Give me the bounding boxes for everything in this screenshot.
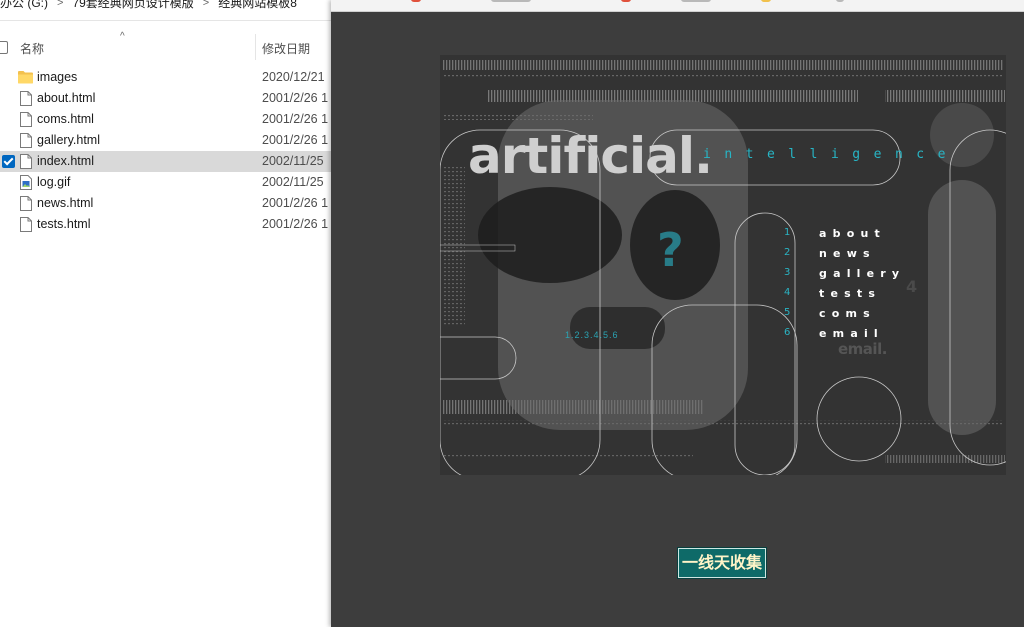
nav-item-email[interactable]: 6 email [784, 327, 944, 347]
banner-title: artificial. [468, 127, 713, 185]
nav-label[interactable]: about [819, 227, 886, 240]
file-name: gallery.html [37, 133, 100, 147]
file-date: 2002/11/25 [262, 154, 324, 168]
file-name: about.html [37, 91, 96, 105]
nav-label[interactable]: gallery [819, 267, 905, 280]
column-name-header[interactable]: 名称 [20, 40, 44, 57]
ai-banner: artificial. intelligence ? 1.2.3.4.5.6 4… [440, 55, 1006, 475]
nav-number: 3 [784, 267, 791, 278]
file-row-tests[interactable]: tests.html 2001/2/26 1 [0, 214, 331, 235]
chevron-right-icon: > [202, 0, 210, 9]
file-date: 2002/11/25 [262, 175, 324, 189]
column-header: 名称 ^ 修改日期 [0, 31, 331, 60]
select-all-checkbox[interactable] [0, 41, 8, 54]
breadcrumb-drive[interactable]: 办公 (G:) [0, 0, 48, 9]
document-icon [20, 133, 32, 148]
browser-window: artificial. intelligence ? 1.2.3.4.5.6 4… [331, 0, 1024, 627]
folder-icon[interactable] [761, 0, 771, 2]
nav-label[interactable]: coms [819, 307, 876, 320]
file-name: news.html [37, 196, 94, 210]
file-date: 2020/12/21 [262, 70, 325, 84]
file-row-coms[interactable]: coms.html 2001/2/26 1 [0, 109, 331, 130]
row-checkbox[interactable] [2, 155, 15, 168]
breadcrumb-folder[interactable]: 79套经典网页设计模版 [72, 0, 193, 9]
sort-up-icon: ^ [120, 31, 125, 42]
nav-item-tests[interactable]: 4 tests [784, 287, 944, 307]
nav-label[interactable]: email [819, 327, 884, 340]
file-row-images[interactable]: images 2020/12/21 [0, 67, 331, 88]
nav-item-coms[interactable]: 5 coms [784, 307, 944, 327]
column-date-header[interactable]: 修改日期 [262, 40, 310, 57]
file-date: 2001/2/26 1 [262, 112, 329, 126]
bookmark-favicon-icon[interactable] [836, 0, 844, 2]
file-name: images [37, 70, 78, 84]
file-date: 2001/2/26 1 [262, 133, 329, 147]
document-icon [20, 154, 32, 169]
document-icon [20, 112, 32, 127]
column-divider[interactable] [255, 34, 256, 60]
file-date: 2001/2/26 1 [262, 91, 329, 105]
file-row-gallery[interactable]: gallery.html 2001/2/26 1 [0, 130, 331, 151]
nav-label[interactable]: news [819, 247, 876, 260]
nav-menu: 1 about 2 news 3 gallery 4 tests 5 coms … [784, 227, 944, 347]
nav-item-about[interactable]: 1 about [784, 227, 944, 247]
banner-subtitle: intelligence [703, 147, 959, 162]
question-mark-icon: ? [657, 223, 684, 277]
document-icon [20, 196, 32, 211]
file-explorer: 办公 (G:) > 79套经典网页设计模版 > 经典网站模板8 名称 ^ 修改日… [0, 0, 331, 627]
divider [0, 20, 331, 21]
file-name: coms.html [37, 112, 94, 126]
bookmark-favicon-icon[interactable] [681, 0, 711, 2]
file-row-log[interactable]: log.gif 2002/11/25 [0, 172, 331, 193]
file-name: log.gif [37, 175, 71, 189]
file-name: tests.html [37, 217, 91, 231]
bookmarks-bar [331, 0, 1024, 12]
nav-number: 2 [784, 247, 791, 258]
file-date: 2001/2/26 1 [262, 217, 329, 231]
document-icon [20, 91, 32, 106]
nav-number: 6 [784, 327, 791, 338]
file-row-index[interactable]: index.html 2002/11/25 [0, 151, 331, 172]
nav-item-news[interactable]: 2 news [784, 247, 944, 267]
nav-number: 4 [784, 287, 791, 298]
bookmark-favicon-icon[interactable] [411, 0, 421, 2]
page-links[interactable]: 1.2.3.4.5.6 [565, 330, 619, 340]
nav-number: 1 [784, 227, 791, 238]
file-row-about[interactable]: about.html 2001/2/26 1 [0, 88, 331, 109]
breadcrumb: 办公 (G:) > 79套经典网页设计模版 > 经典网站模板8 [0, 0, 297, 14]
document-icon [20, 217, 32, 232]
file-date: 2001/2/26 1 [262, 196, 329, 210]
file-list: images 2020/12/21 about.html 2001/2/26 1… [0, 67, 331, 235]
nav-number: 5 [784, 307, 791, 318]
image-file-icon [20, 175, 32, 190]
file-name: index.html [37, 154, 94, 168]
chevron-right-icon: > [57, 0, 64, 9]
breadcrumb-current[interactable]: 经典网站模板8 [218, 0, 297, 9]
nav-item-gallery[interactable]: 3 gallery [784, 267, 944, 287]
collector-badge[interactable]: 一线天收集 [678, 548, 766, 578]
bookmark-favicon-icon[interactable] [491, 0, 531, 2]
folder-icon [18, 71, 33, 84]
file-row-news[interactable]: news.html 2001/2/26 1 [0, 193, 331, 214]
bookmark-favicon-icon[interactable] [621, 0, 631, 2]
nav-label[interactable]: tests [819, 287, 881, 300]
